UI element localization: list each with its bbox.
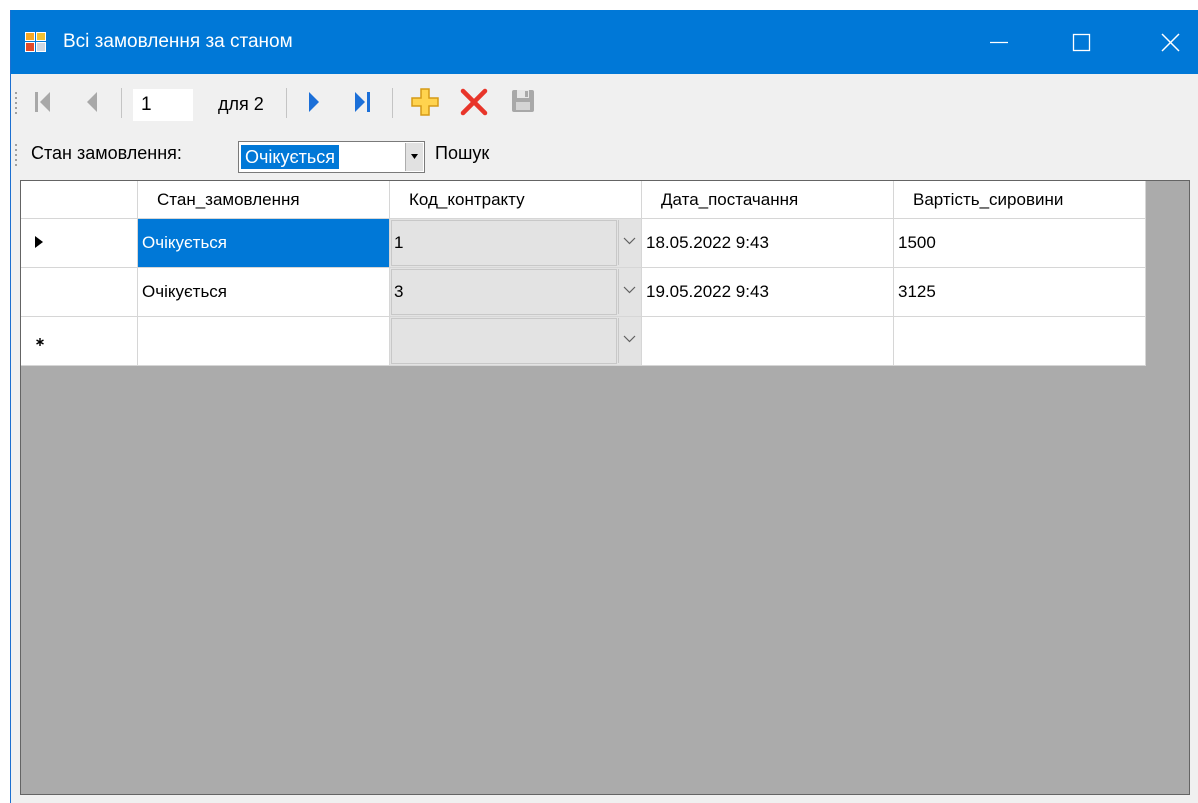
column-header-label: Дата_постачання [661, 190, 799, 209]
column-header[interactable]: Дата_постачання [642, 181, 894, 219]
row-header[interactable] [21, 219, 138, 268]
toolbar-separator [121, 88, 122, 118]
cell-dropdown-button[interactable] [618, 269, 640, 314]
delete-x-icon [460, 88, 488, 116]
table-cell[interactable]: Очікується [138, 219, 390, 268]
order-status-value: Очікується [241, 145, 340, 169]
main-window: Всі замовлення за станом 1 для 2 Стан за… [10, 10, 1198, 803]
combobox-dropdown-button[interactable] [405, 143, 423, 171]
chevron-down-icon [411, 154, 418, 159]
toolbar-grip[interactable] [15, 92, 18, 116]
record-count-label: для 2 [218, 94, 264, 114]
new-row-cell[interactable] [894, 317, 1146, 366]
window-title: Всі замовлення за станом [63, 31, 293, 52]
chevron-down-icon [623, 286, 636, 294]
table-combo-cell[interactable]: 1 [390, 219, 642, 268]
toolbar-separator [392, 88, 393, 118]
delete-button[interactable] [457, 83, 491, 121]
plus-icon [411, 88, 439, 116]
table-cell[interactable]: 1500 [894, 219, 1146, 268]
move-first-button[interactable] [25, 83, 59, 121]
order-status-label: Стан замовлення: [31, 143, 182, 163]
new-row-header[interactable] [21, 317, 138, 366]
chevron-down-icon [623, 237, 636, 245]
form-window-icon [25, 31, 47, 53]
grid-corner-header[interactable] [21, 181, 138, 219]
search-button[interactable]: Пошук [435, 143, 489, 164]
table-cell[interactable]: 18.05.2022 9:43 [642, 219, 894, 268]
column-header-label: Код_контракту [409, 190, 525, 209]
table-cell[interactable]: 3125 [894, 268, 1146, 317]
table-combo-cell[interactable]: 3 [390, 268, 642, 317]
new-row-cell[interactable] [642, 317, 894, 366]
close-button[interactable] [1139, 10, 1198, 74]
save-disk-icon [512, 90, 534, 112]
chevron-down-icon [623, 335, 636, 343]
column-header[interactable]: Вартість_сировини [894, 181, 1146, 219]
cell-dropdown-button[interactable] [618, 220, 640, 265]
cell-dropdown-button[interactable] [618, 318, 640, 363]
column-header-label: Вартість_сировини [913, 190, 1064, 209]
move-last-button[interactable] [347, 83, 381, 121]
column-header[interactable]: Стан_замовлення [138, 181, 390, 219]
new-row-cell[interactable] [138, 317, 390, 366]
maximize-icon [1072, 33, 1091, 52]
title-bar: Всі замовлення за станом [11, 10, 1198, 74]
move-previous-icon [87, 92, 97, 112]
save-button[interactable] [507, 83, 541, 121]
move-last-icon [355, 92, 370, 112]
new-row-asterisk-icon [36, 338, 44, 346]
minimize-button[interactable] [969, 10, 1029, 74]
column-header[interactable]: Код_контракту [390, 181, 642, 219]
table-cell[interactable]: Очікується [138, 268, 390, 317]
binding-navigator: для 2 [11, 74, 1198, 132]
move-next-icon [309, 92, 319, 112]
search-toolbar: Стан замовлення: Очікується Пошук [11, 132, 1198, 180]
new-row-combo-cell[interactable] [390, 317, 642, 366]
order-status-combobox[interactable]: Очікується [238, 141, 425, 173]
orders-data-grid[interactable]: Стан_замовлення Код_контракту Дата_поста… [20, 180, 1190, 795]
current-row-arrow-icon [35, 236, 43, 248]
move-previous-button[interactable] [75, 83, 109, 121]
toolbar-separator [286, 88, 287, 118]
position-input[interactable] [133, 89, 193, 121]
maximize-button[interactable] [1051, 10, 1111, 74]
close-icon [1161, 33, 1180, 52]
move-first-icon [35, 92, 50, 112]
move-next-button[interactable] [297, 83, 331, 121]
column-header-label: Стан_замовлення [157, 190, 300, 209]
row-header[interactable] [21, 268, 138, 317]
toolbar-grip[interactable] [15, 144, 18, 168]
add-new-button[interactable] [408, 83, 442, 121]
table-cell[interactable]: 19.05.2022 9:43 [642, 268, 894, 317]
minimize-icon [990, 41, 1008, 44]
